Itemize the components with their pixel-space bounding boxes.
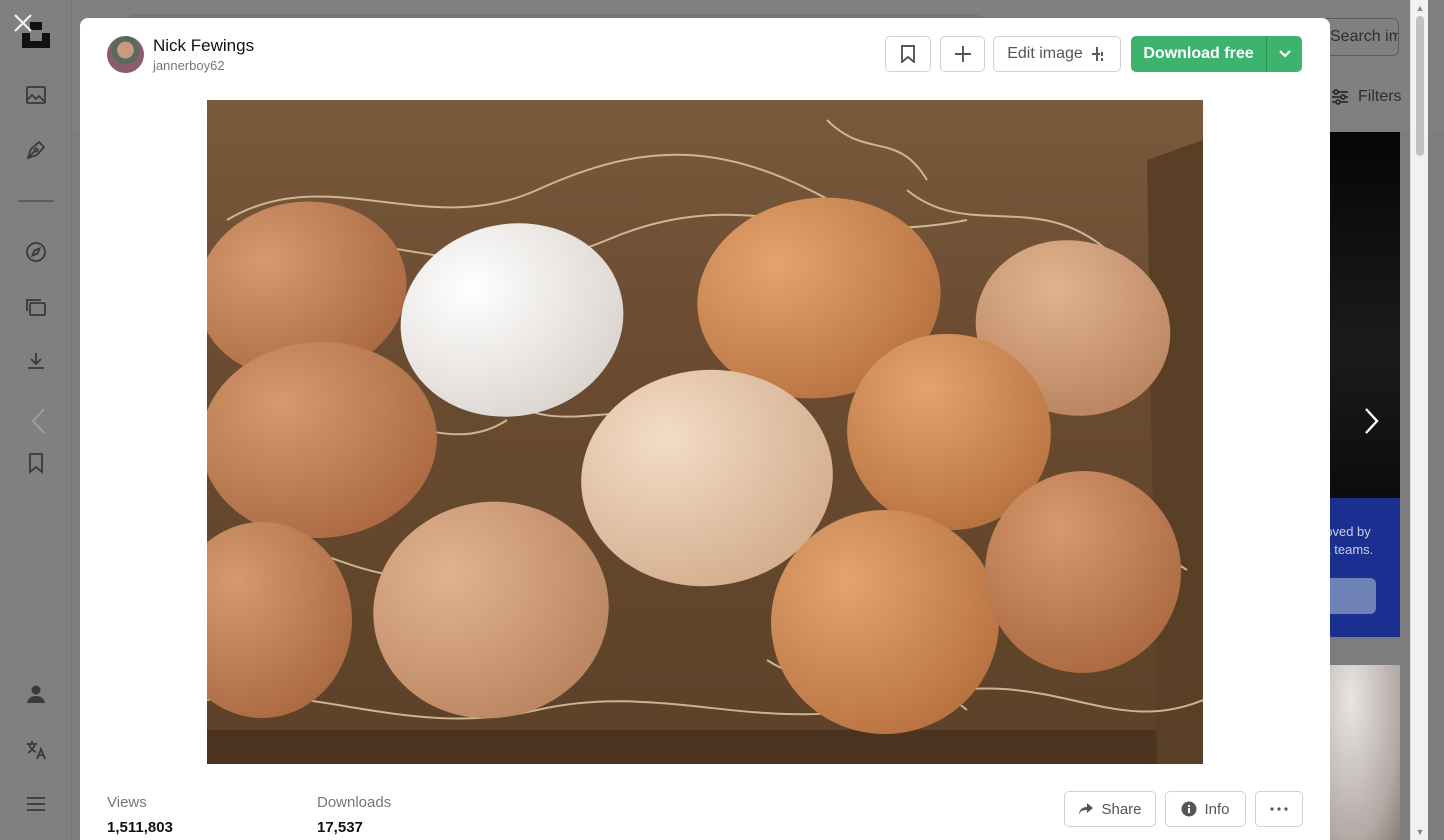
background-photo-thumbnail	[1330, 132, 1400, 498]
close-modal-button[interactable]	[10, 10, 36, 36]
main-photo[interactable]	[207, 100, 1203, 764]
sidebar-divider	[18, 200, 54, 202]
add-to-collection-button[interactable]	[940, 36, 985, 72]
views-value: 1,511,803	[107, 819, 173, 836]
plus-icon	[954, 46, 971, 62]
background-photo-thumbnail-2	[1330, 665, 1400, 840]
pen-nib-icon[interactable]	[22, 136, 50, 164]
author-handle[interactable]: jannerboy62	[153, 58, 225, 73]
scroll-down-arrow[interactable]: ▼	[1415, 827, 1425, 837]
menu-icon[interactable]	[22, 790, 50, 818]
background-filters-button: Filters	[1330, 84, 1402, 110]
share-label: Share	[1101, 800, 1142, 818]
edit-image-label: Edit image	[1007, 45, 1083, 62]
compass-icon[interactable]	[22, 238, 50, 266]
share-button[interactable]: Share	[1064, 791, 1156, 827]
filters-icon	[1332, 89, 1348, 105]
scrollbar-thumb[interactable]	[1416, 16, 1424, 156]
download-free-button[interactable]: Download free	[1131, 36, 1266, 72]
chevron-left-icon	[31, 408, 45, 434]
page-scrollbar[interactable]: ▲ ▼	[1410, 0, 1428, 840]
download-options-button[interactable]	[1266, 36, 1302, 72]
scroll-up-arrow[interactable]: ▲	[1415, 3, 1425, 13]
download-icon[interactable]	[22, 347, 50, 375]
promo-button	[1330, 578, 1376, 614]
chevron-down-icon	[1278, 50, 1291, 58]
chevron-right-icon	[1365, 408, 1379, 434]
author-name[interactable]: Nick Fewings	[153, 36, 254, 56]
close-icon	[14, 14, 32, 32]
downloads-label: Downloads	[317, 794, 392, 811]
bookmark-button[interactable]	[885, 36, 931, 72]
avatar[interactable]	[107, 36, 144, 73]
promo-line-2: & teams.	[1330, 542, 1374, 557]
info-icon	[1181, 801, 1197, 817]
language-icon[interactable]	[22, 736, 50, 764]
more-icon	[1270, 807, 1288, 811]
info-label: Info	[1204, 800, 1230, 818]
promo-line-1: Loved by	[1330, 524, 1371, 539]
bookmark-icon[interactable]	[22, 449, 50, 477]
bookmark-icon	[901, 45, 915, 63]
user-icon[interactable]	[22, 680, 50, 708]
share-icon	[1079, 803, 1094, 815]
edit-image-button[interactable]: Edit image	[993, 36, 1121, 72]
eggs-photo-illustration	[207, 100, 1203, 764]
filters-label: Filters	[1358, 88, 1402, 105]
more-actions-button[interactable]	[1255, 791, 1303, 827]
info-button[interactable]: Info	[1165, 791, 1246, 827]
collections-icon[interactable]	[22, 293, 50, 321]
downloads-value: 17,537	[317, 819, 363, 836]
photo-modal: Nick Fewings jannerboy62 Edit image Down…	[80, 18, 1330, 840]
previous-photo-button[interactable]	[24, 404, 54, 438]
background-promo-card: Loved by & teams.	[1330, 498, 1400, 637]
views-label: Views	[107, 794, 147, 811]
next-photo-button[interactable]	[1356, 404, 1386, 438]
image-icon[interactable]	[22, 81, 50, 109]
sparkle-icon	[1091, 47, 1103, 61]
